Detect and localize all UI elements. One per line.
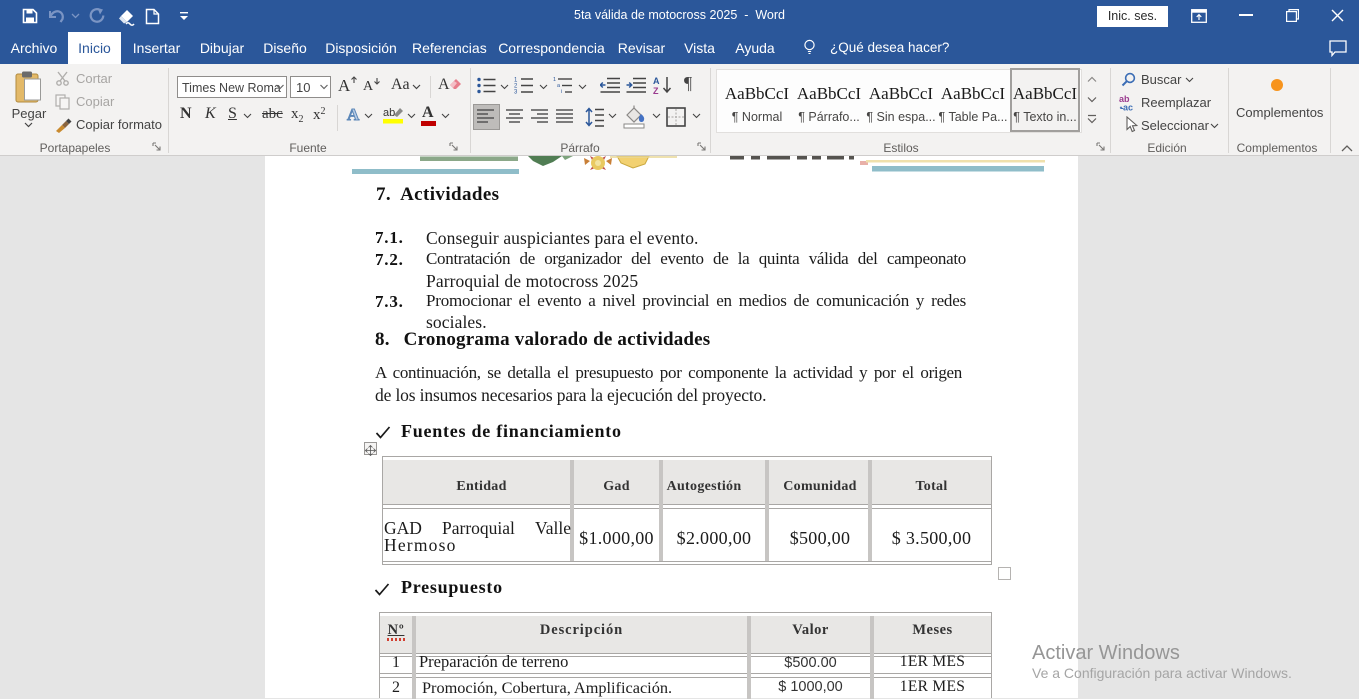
svg-text:1: 1 (553, 77, 556, 83)
svg-text:3: 3 (514, 90, 518, 95)
svg-text:ac: ac (1123, 103, 1133, 112)
svg-text:Z: Z (653, 86, 659, 95)
svg-text:A: A (653, 76, 660, 86)
svg-text:i: i (561, 89, 562, 94)
svg-text:ab: ab (383, 107, 395, 119)
